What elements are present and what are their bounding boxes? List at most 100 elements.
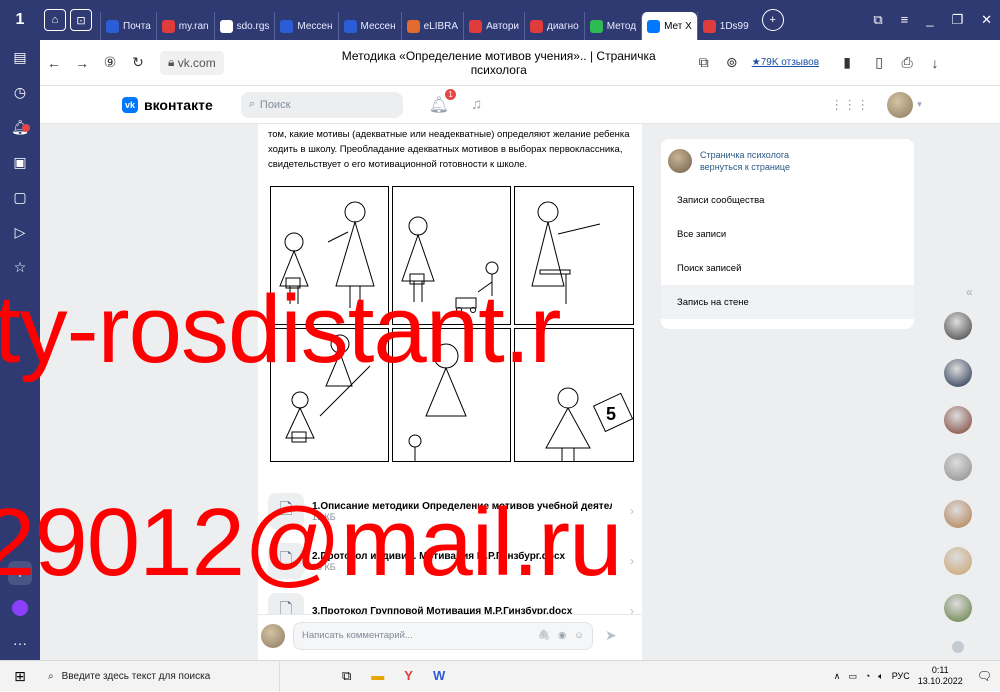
copy-icon[interactable]: ⧉ [690, 54, 718, 71]
browser-tab[interactable]: Автори [463, 12, 524, 40]
clock[interactable]: 0:11 13.10.2022 [918, 665, 963, 687]
comment-box: Написать комментарий... 🖇︎ ◉ ☺ ➤ [258, 614, 642, 656]
collections-icon[interactable]: ▤ [0, 40, 40, 75]
tab-label: диагно [547, 20, 579, 32]
search-icon: ⌕ [248, 98, 255, 110]
network-icon[interactable]: ◔ [865, 671, 870, 681]
emoji-icon[interactable]: ☺ [574, 630, 584, 641]
browser-tab[interactable]: sdo.rgs [213, 12, 275, 40]
community-menu-item[interactable]: Поиск записей [661, 251, 914, 285]
new-tab-group-button[interactable]: ⊡ [70, 9, 92, 31]
minimize-icon[interactable]: _ [926, 12, 933, 28]
chat-avatar[interactable] [944, 312, 972, 340]
camera-icon[interactable]: ◉ [558, 630, 566, 641]
chevron-right-icon: › [630, 554, 634, 568]
address-bar: ← → ⑨ ↻ 🔒︎ vk.com Методика «Определение … [40, 40, 1000, 86]
community-menu-item[interactable]: Записи сообщества [661, 183, 914, 217]
collapse-chevron-icon[interactable]: « [966, 285, 973, 299]
back-to-page-link[interactable]: вернуться к странице [700, 161, 790, 173]
shield-icon[interactable]: ⊚ [718, 54, 746, 71]
tab-label: Мессен [360, 20, 396, 32]
tab-favicon-icon [647, 19, 661, 33]
system-tray: ∧ ▭ ◔ 🔈︎ РУС 0:11 13.10.2022 🗨︎ [834, 665, 1000, 687]
chat-avatars [944, 312, 974, 653]
volume-icon[interactable]: 🔈︎ [878, 671, 883, 682]
tab-favicon-icon [589, 19, 603, 33]
play-icon[interactable]: ▷ [0, 215, 40, 250]
community-name[interactable]: Страничка психолога [700, 149, 790, 161]
close-window-icon[interactable]: ✕ [981, 12, 992, 28]
attach-icon[interactable]: 🖇︎ [538, 630, 550, 641]
watermark-line-2: 29012@mail.ru [0, 489, 622, 596]
chat-bubble-icon[interactable] [952, 641, 964, 653]
comment-input[interactable]: Написать комментарий... 🖇︎ ◉ ☺ [293, 621, 593, 650]
menu-icon[interactable]: ≡ [901, 12, 909, 28]
vk-logo[interactable]: vk вконтакте [122, 96, 213, 113]
notification-center-icon[interactable]: 🗨︎ [977, 669, 992, 683]
yandex-icon[interactable]: ⑨ [96, 54, 124, 71]
history-icon[interactable]: ◷ [0, 75, 40, 110]
show-hidden-icon[interactable]: ∧ [834, 671, 841, 682]
url-field[interactable]: 🔒︎ vk.com [160, 50, 224, 75]
chat-avatar[interactable] [944, 547, 972, 575]
chevron-down-icon[interactable]: ▾ [917, 99, 922, 110]
tab-favicon-icon [530, 19, 544, 33]
forward-icon[interactable]: → [68, 55, 96, 71]
downloads-icon[interactable]: ▢ [0, 180, 40, 215]
restore-icon[interactable]: ❐ [951, 12, 963, 28]
browser-tab[interactable]: Мет X [641, 12, 697, 40]
browser-tab[interactable]: Мессен [337, 12, 401, 40]
reviews-link[interactable]: ★79K отзывов [752, 57, 819, 68]
community-menu-item[interactable]: Запись на стене [661, 285, 914, 319]
page-title: Методика «Определение мотивов учения».. … [341, 48, 656, 77]
send-icon[interactable]: ➤ [605, 627, 617, 644]
browser-tab[interactable]: eLIBRA [400, 12, 463, 40]
calendar-icon[interactable]: ▣ [0, 145, 40, 180]
task-view-icon[interactable]: ⧉ [342, 668, 351, 684]
tab-favicon-icon [280, 19, 294, 33]
chat-avatar[interactable] [944, 500, 972, 528]
browser-tab[interactable]: Мессен [274, 12, 337, 40]
notifications-icon[interactable]: 🔔︎ [0, 110, 40, 145]
browser-tab[interactable]: Метод [583, 12, 641, 40]
new-tab-button[interactable]: + [761, 9, 784, 31]
reload-icon[interactable]: ↻ [124, 54, 152, 71]
windows-start-icon[interactable]: ⊞ [0, 668, 40, 685]
tab-label: my.ran [178, 20, 209, 32]
bookmarks-icon[interactable]: ⧉ [873, 12, 882, 28]
chat-avatar[interactable] [944, 453, 972, 481]
tab-favicon-icon [219, 19, 233, 33]
tab-label: Мет X [664, 20, 692, 32]
download-icon[interactable]: ↓ [921, 55, 949, 71]
chat-avatar[interactable] [944, 406, 972, 434]
more-icon[interactable]: ··· [0, 625, 40, 660]
notification-badge: 1 [445, 88, 457, 100]
file-explorer-icon[interactable]: ▬ [371, 668, 384, 684]
vk-search-input[interactable]: ⌕ Поиск [240, 91, 403, 118]
chat-avatar[interactable] [944, 594, 972, 622]
battery-icon[interactable]: ▭ [848, 671, 857, 682]
chevron-right-icon: › [630, 504, 634, 518]
browser-tab[interactable]: 1Ds99 [696, 12, 754, 40]
community-menu-item[interactable]: Все записи [661, 217, 914, 251]
bookmark-icon[interactable]: ▮ [833, 54, 861, 71]
word-icon[interactable]: W [433, 668, 445, 684]
browser-tab[interactable]: диагно [524, 12, 584, 40]
community-header[interactable]: Страничка психолога вернуться к странице [661, 139, 914, 183]
apps-grid-icon[interactable]: ⋮⋮⋮ [830, 97, 869, 113]
profile-avatar[interactable] [887, 91, 914, 118]
profile-icon[interactable]: 1 [0, 11, 40, 29]
vk-notifications-bell-icon[interactable]: 🔔︎ 1 [429, 88, 457, 115]
taskbar-search-input[interactable]: ⌕ Введите здесь текст для поиска [40, 660, 280, 692]
music-icon[interactable]: ♫ [471, 96, 482, 113]
yandex-browser-icon[interactable]: Y [404, 668, 413, 684]
language-indicator[interactable]: РУС [892, 671, 910, 681]
browser-tab[interactable]: my.ran [155, 12, 214, 40]
pdf-icon[interactable]: ⎙ [893, 54, 921, 71]
tab-favicon-icon [343, 19, 357, 33]
chat-avatar[interactable] [944, 359, 972, 387]
reader-icon[interactable]: ▯ [865, 54, 893, 71]
browser-tab[interactable]: Почта [100, 12, 156, 40]
home-tab-button[interactable]: ⌂ [44, 9, 66, 31]
back-icon[interactable]: ← [40, 55, 68, 71]
